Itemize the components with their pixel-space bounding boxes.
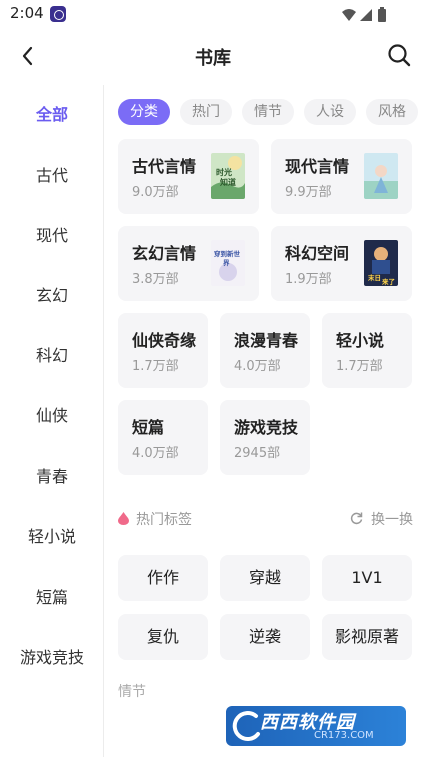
category-card-youth[interactable]: 浪漫青春 4.0万部	[220, 313, 310, 388]
category-count: 1.9万部	[285, 272, 332, 287]
tag-button[interactable]: 1V1	[322, 555, 412, 601]
tag-button[interactable]: 逆袭	[220, 614, 310, 660]
status-bar: 2:04	[0, 0, 426, 30]
category-name: 仙侠奇缘	[132, 331, 197, 350]
refresh-icon[interactable]	[349, 511, 363, 525]
category-count: 9.9万部	[285, 185, 332, 200]
svg-text:界: 界	[223, 258, 230, 267]
category-count: 3.8万部	[132, 272, 179, 287]
category-name: 现代言情	[285, 157, 350, 176]
flame-icon	[118, 512, 129, 525]
tag-button[interactable]: 复仇	[118, 614, 208, 660]
category-count: 2945部	[234, 446, 281, 461]
chip-plot[interactable]: 情节	[242, 99, 294, 125]
hot-tags-title: 热门标签	[136, 512, 192, 528]
category-count: 1.7万部	[132, 359, 179, 374]
book-cover-image: 时光 知道	[211, 153, 245, 199]
watermark-logo-icon	[232, 711, 260, 742]
app-notification-icon	[50, 6, 66, 22]
svg-text:时光: 时光	[216, 167, 232, 177]
category-name: 科幻空间	[285, 244, 350, 263]
watermark-url: CR173.COM	[314, 730, 374, 741]
chip-persona[interactable]: 人设	[304, 99, 356, 125]
tag-button[interactable]: 影视原著	[322, 614, 412, 660]
sidebar-item-gaming[interactable]: 游戏竞技	[0, 638, 104, 678]
wifi-icon	[342, 9, 356, 21]
svg-text:穿到新世: 穿到新世	[214, 249, 241, 258]
category-card-modern-romance[interactable]: 现代言情 9.9万部	[271, 139, 412, 214]
chip-style[interactable]: 风格	[366, 99, 418, 125]
category-card-gaming[interactable]: 游戏竞技 2945部	[220, 400, 310, 475]
sidebar-item-youth[interactable]: 青春	[0, 457, 104, 497]
svg-text:来了: 来了	[381, 277, 395, 286]
tag-button[interactable]: 穿越	[220, 555, 310, 601]
battery-icon	[378, 9, 386, 22]
system-status-icons	[342, 7, 386, 22]
category-card-fantasy-romance[interactable]: 玄幻言情 3.8万部 穿到新世 界	[118, 226, 259, 301]
top-app-bar: 书库	[0, 30, 426, 84]
category-name: 轻小说	[336, 331, 385, 350]
category-name: 短篇	[132, 418, 165, 437]
book-cover-image: 末日 来了	[364, 240, 398, 286]
sidebar-item-light-novel[interactable]: 轻小说	[0, 517, 104, 557]
category-sidebar: 全部 古代 现代 玄幻 科幻 仙侠 青春 轻小说 短篇 游戏竞技	[0, 85, 104, 757]
sidebar-item-short[interactable]: 短篇	[0, 578, 104, 618]
category-name: 游戏竞技	[234, 418, 299, 437]
category-card-short[interactable]: 短篇 4.0万部	[118, 400, 208, 475]
category-count: 4.0万部	[132, 446, 179, 461]
category-card-ancient-romance[interactable]: 古代言情 9.0万部 时光 知道	[118, 139, 259, 214]
plot-section-title: 情节	[118, 684, 146, 700]
category-card-scifi-space[interactable]: 科幻空间 1.9万部 末日 来了	[271, 226, 412, 301]
svg-text:末日: 末日	[368, 273, 381, 282]
filter-chip-row: 分类 热门 情节 人设 风格	[118, 99, 426, 127]
svg-text:知道: 知道	[220, 177, 236, 187]
sidebar-item-all[interactable]: 全部	[0, 95, 104, 135]
category-card-light-novel[interactable]: 轻小说 1.7万部	[322, 313, 412, 388]
category-count: 1.7万部	[336, 359, 383, 374]
category-count: 4.0万部	[234, 359, 281, 374]
site-watermark: 西西软件园 CR173.COM	[226, 706, 406, 746]
chip-hot[interactable]: 热门	[180, 99, 232, 125]
sidebar-item-scifi[interactable]: 科幻	[0, 336, 104, 376]
category-card-xianxia[interactable]: 仙侠奇缘 1.7万部	[118, 313, 208, 388]
category-name: 浪漫青春	[234, 331, 299, 350]
category-count: 9.0万部	[132, 185, 179, 200]
book-cover-image: 穿到新世 界	[211, 240, 245, 286]
sidebar-item-xianxia[interactable]: 仙侠	[0, 396, 104, 436]
hot-tags-header: 热门标签 换一换	[118, 508, 413, 528]
tag-button[interactable]: 作作	[118, 555, 208, 601]
category-name: 古代言情	[132, 157, 197, 176]
book-cover-image	[364, 153, 398, 199]
page-title: 书库	[195, 48, 231, 69]
search-icon[interactable]	[386, 42, 412, 68]
sidebar-item-modern[interactable]: 现代	[0, 216, 104, 256]
refresh-button[interactable]: 换一换	[371, 509, 413, 529]
category-name: 玄幻言情	[132, 244, 197, 263]
sidebar-item-fantasy[interactable]: 玄幻	[0, 276, 104, 316]
status-time: 2:04	[10, 4, 44, 22]
signal-icon	[360, 9, 372, 21]
sidebar-item-ancient[interactable]: 古代	[0, 156, 104, 196]
library-content: 分类 热门 情节 人设 风格 古代言情 9.0万部 时光 知道 现代言情 9.9…	[105, 85, 426, 757]
chip-category[interactable]: 分类	[118, 99, 170, 125]
